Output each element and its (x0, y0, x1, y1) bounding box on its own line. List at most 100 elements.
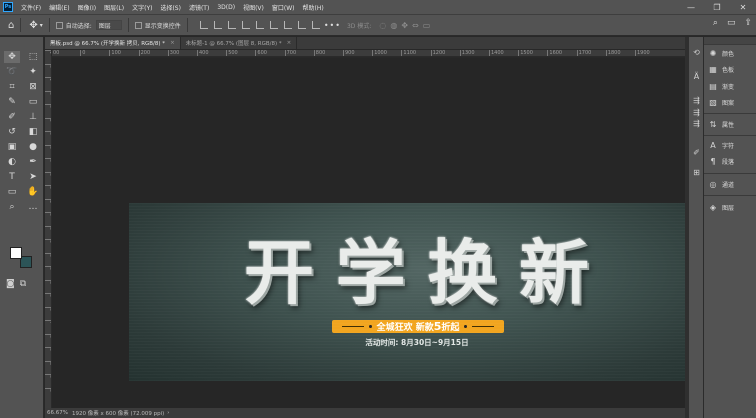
close-icon[interactable]: × (287, 40, 292, 46)
stamp-tool-icon[interactable]: ⊥ (25, 111, 41, 123)
brush-tool-icon[interactable]: ✐ (4, 111, 20, 123)
3d-slide-icon[interactable]: ⇔ (412, 21, 419, 30)
menu-window[interactable]: 窗口(W) (268, 3, 299, 12)
ruler-tick-label: 0 (45, 144, 51, 153)
workspace-icon[interactable]: ▭ (727, 18, 736, 28)
lasso-tool-icon[interactable]: ➰ (4, 66, 20, 78)
align-top-icon[interactable] (241, 21, 250, 29)
crop-tool-icon[interactable]: ⌗ (4, 81, 20, 93)
foreground-color-swatch[interactable] (10, 247, 22, 259)
panel-tab-patterns[interactable]: ▧ 图案 (708, 98, 734, 107)
panel-tab-properties[interactable]: ⇅ 属性 (708, 120, 734, 129)
align-center-icon[interactable] (213, 21, 222, 29)
3d-orbit-icon[interactable]: ◌ (379, 21, 386, 30)
frame-tool-icon[interactable]: ⊠ (25, 81, 41, 93)
eraser-tool-icon[interactable]: ◧ (25, 126, 41, 138)
3d-roll-icon[interactable]: ◍ (390, 21, 397, 30)
auto-select-option[interactable]: 自动选择: (55, 21, 92, 30)
3d-pan-icon[interactable]: ✥ (401, 21, 408, 30)
panel-tab-label: 段落 (722, 159, 735, 166)
type-tool-icon[interactable]: T (4, 171, 20, 183)
tab-untitled[interactable]: 未标题-1 @ 66.7% (图层 8, RGB/8) * × (181, 37, 298, 49)
more-options-icon[interactable]: ••• (324, 21, 341, 30)
tab-blackboard[interactable]: 黑板.psd @ 66.7% (开学换新 拷贝, RGB/8) * × (45, 37, 181, 49)
rectangle-tool-icon[interactable]: ▭ (4, 186, 20, 198)
show-transform-option[interactable]: 显示变换控件 (134, 21, 181, 30)
dodge-tool-icon[interactable]: ◐ (4, 156, 20, 168)
photoshop-logo-icon[interactable]: Ps (3, 2, 13, 12)
patch-tool-icon[interactable]: ▭ (25, 96, 41, 108)
3d-scale-icon[interactable]: ▭ (423, 21, 431, 30)
close-window-button[interactable]: ✕ (730, 0, 756, 14)
move-tool-icon[interactable]: ✥ (29, 20, 37, 31)
panel-tab-gradients[interactable]: ▤ 渐变 (708, 82, 734, 91)
panel-tab-color[interactable]: ✺ 颜色 (708, 49, 734, 58)
zoom-level[interactable]: 66.67% (47, 410, 68, 416)
panel-tab-character[interactable]: A 字符 (708, 141, 734, 150)
minimize-button[interactable]: — (678, 0, 704, 14)
eyedropper-tool-icon[interactable]: ✎ (4, 96, 20, 108)
distribute-icon[interactable] (297, 21, 306, 29)
panel-tab-paragraph[interactable]: ¶ 段落 (708, 157, 734, 166)
chevron-down-icon[interactable]: ▾ (40, 22, 43, 29)
menu-view[interactable]: 视图(V) (239, 3, 268, 12)
character-icon[interactable]: Ä (691, 71, 702, 81)
share-icon[interactable]: ⇪ (744, 18, 752, 28)
restore-button[interactable]: ❐ (704, 0, 730, 14)
history-icon[interactable]: ⟲ (691, 47, 702, 57)
menu-edit[interactable]: 编辑(E) (45, 3, 73, 12)
distribute-icon[interactable] (311, 21, 320, 29)
auto-select-checkbox[interactable] (55, 21, 63, 29)
menu-help[interactable]: 帮助(H) (299, 3, 328, 12)
magic-wand-tool-icon[interactable]: ✦ (25, 66, 41, 78)
adjustments-icon[interactable]: ⇶ (691, 95, 702, 105)
align-right-icon[interactable] (227, 21, 236, 29)
menu-3d[interactable]: 3D(D) (213, 4, 239, 11)
align-middle-icon[interactable] (255, 21, 264, 29)
gradient-tool-icon[interactable]: ▣ (4, 141, 20, 153)
adjustments-icon[interactable]: ⇶ (691, 107, 702, 117)
horizontal-ruler[interactable]: 00 0 100 200 300 400 500 600 700 800 900 1000 1100 12… (51, 50, 685, 57)
close-icon[interactable]: × (170, 40, 175, 46)
marquee-tool-icon[interactable]: ⬚ (25, 51, 41, 63)
quick-mask-icon[interactable]: ◙ (6, 279, 15, 289)
hand-tool-icon[interactable]: ✋ (25, 186, 41, 198)
ruler-tick-label: 1 (45, 77, 51, 85)
panel-tab-layers[interactable]: ◈ 图层 (708, 203, 734, 212)
headline-char: 换 (427, 232, 498, 314)
brush-settings-icon[interactable]: ✐ (691, 147, 702, 157)
auto-select-target-select[interactable]: 图层 (95, 20, 122, 30)
vertical-ruler[interactable]: 1 0 1 0 0 2 0 0 3 0 0 4 0 0 5 0 0 6 0 0 7 0 0 8 0 0 (45, 50, 52, 408)
adjustments-icon[interactable]: ⇶ (691, 118, 702, 128)
panel-tab-channels[interactable]: ◎ 通道 (708, 180, 735, 189)
distribute-icon[interactable] (283, 21, 292, 29)
pen-tool-icon[interactable]: ✒ (25, 156, 41, 168)
document-canvas[interactable]: 开 学 换 新 全城狂欢 新款5折起 活动时间: 8月30日~9月15日 (129, 203, 702, 381)
path-selection-tool-icon[interactable]: ➤ (25, 171, 41, 183)
history-brush-tool-icon[interactable]: ↺ (4, 126, 20, 138)
move-tool-icon[interactable]: ✥ (4, 51, 20, 63)
menu-image[interactable]: 图像(I) (74, 3, 100, 12)
menu-layer[interactable]: 图层(L) (100, 3, 128, 12)
dock-header[interactable] (704, 37, 756, 45)
align-bottom-icon[interactable] (269, 21, 278, 29)
tab-label: 未标题-1 @ 66.7% (图层 8, RGB/8) * (185, 41, 282, 47)
home-icon[interactable]: ⌂ (8, 20, 14, 31)
more-tools-icon[interactable]: … (25, 201, 41, 213)
blur-tool-icon[interactable]: ● (25, 141, 41, 153)
align-left-icon[interactable] (199, 21, 208, 29)
zoom-tool-icon[interactable]: ⌕ (4, 201, 20, 213)
canvas-workspace[interactable]: 开 学 换 新 全城狂欢 新款5折起 活动时间: 8月30日~9月15日 (52, 58, 702, 408)
screen-mode-icon[interactable]: ⧉ (20, 279, 26, 289)
panel-dock: ✺ 颜色 ▦ 色板 ▤ 渐变 ▧ 图案 ⇅ 属性 A 字符 ¶ 段落 ◎ 通道 ◈ 图层 (704, 37, 756, 418)
menu-file[interactable]: 文件(F) (17, 3, 45, 12)
chevron-right-icon[interactable]: › (167, 410, 169, 416)
search-icon[interactable]: ⌕ (713, 18, 718, 28)
menu-type[interactable]: 文字(Y) (128, 3, 156, 12)
panel-tab-swatches[interactable]: ▦ 色板 (708, 65, 734, 74)
promo-decor-line (341, 326, 364, 327)
clone-source-icon[interactable]: ⊞ (691, 167, 702, 177)
menu-select[interactable]: 选择(S) (156, 3, 185, 12)
menu-filter[interactable]: 滤镜(T) (185, 3, 213, 12)
show-transform-checkbox[interactable] (134, 21, 142, 29)
